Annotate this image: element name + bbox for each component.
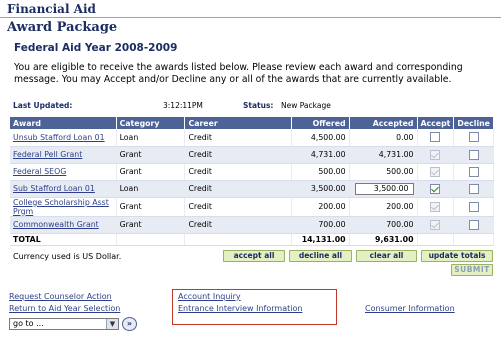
col-career: Career xyxy=(184,117,292,129)
account-inquiry-link[interactable]: Account Inquiry xyxy=(178,292,241,301)
award-category: Loan xyxy=(116,129,186,147)
award-career: Credit xyxy=(184,197,292,217)
app-title: Financial Aid xyxy=(7,2,96,16)
award-accepted: 200.00 xyxy=(386,202,414,211)
entrance-interview-link[interactable]: Entrance Interview Information xyxy=(178,304,302,313)
award-career: Credit xyxy=(184,163,292,181)
award-link[interactable]: College Scholarship Asst Prgm xyxy=(13,198,113,216)
accept-checkbox xyxy=(430,219,441,230)
award-link[interactable]: Sub Stafford Loan 01 xyxy=(13,184,95,193)
award-accepted: 0.00 xyxy=(396,132,414,142)
submit-button[interactable]: SUBMIT xyxy=(451,264,493,276)
award-link[interactable]: Commonwealth Grant xyxy=(13,220,99,229)
award-career: Credit xyxy=(184,180,292,198)
award-link[interactable]: Federal Pell Grant xyxy=(13,150,82,159)
page-title: Award Package xyxy=(7,20,118,35)
col-accept: Accept xyxy=(417,117,455,129)
award-category: Grant xyxy=(116,146,186,164)
award-link[interactable]: Unsub Stafford Loan 01 xyxy=(13,133,105,142)
award-accepted: 500.00 xyxy=(386,167,414,176)
intro-text: You are eligible to receive the awards l… xyxy=(14,62,463,85)
award-category: Grant xyxy=(116,197,186,217)
table-row: Commonwealth Grant Grant Credit 700.00 700.0… xyxy=(10,216,494,234)
accept-checkbox xyxy=(430,149,441,160)
award-accepted: 700.00 xyxy=(386,220,414,229)
col-offered: Offered xyxy=(291,117,350,129)
col-accepted: Accepted xyxy=(349,117,418,129)
award-offered: 3,500.00 xyxy=(291,180,350,198)
table-row: Unsub Stafford Loan 01 Loan Credit 4,500.00… xyxy=(10,129,494,147)
title-divider xyxy=(0,17,501,18)
award-career: Credit xyxy=(184,216,292,234)
aid-year-heading: Federal Aid Year 2008-2009 xyxy=(14,42,178,54)
award-career: Credit xyxy=(184,129,292,147)
total-accepted: 9,631.00 xyxy=(349,232,418,246)
table-header-row: Award Category Career Offered Accepted A… xyxy=(10,117,494,129)
decline-checkbox[interactable] xyxy=(468,201,479,212)
table-row: Federal SEOG Grant Credit 500.00 500.00 xyxy=(10,163,494,181)
accept-checkbox[interactable] xyxy=(430,183,441,194)
awards-table: Award Category Career Offered Accepted A… xyxy=(10,117,494,246)
decline-all-button[interactable]: decline all xyxy=(289,250,352,262)
last-updated-value: 3:12:11PM xyxy=(163,101,203,110)
accept-checkbox[interactable] xyxy=(430,132,441,143)
award-offered: 700.00 xyxy=(291,216,350,234)
award-career: Credit xyxy=(184,146,292,164)
table-row: College Scholarship Asst Prgm Grant Credit… xyxy=(10,197,494,217)
last-updated-label: Last Updated: xyxy=(13,101,73,110)
goto-button[interactable]: » xyxy=(122,317,137,331)
accept-checkbox xyxy=(430,166,441,177)
table-row: Federal Pell Grant Grant Credit 4,731.00 4,7… xyxy=(10,146,494,164)
chevron-down-icon: ▼ xyxy=(106,319,118,329)
clear-all-button[interactable]: clear all xyxy=(356,250,417,262)
col-category: Category xyxy=(116,117,186,129)
goto-selected-value: go to ... xyxy=(13,319,44,328)
update-totals-button[interactable]: update totals xyxy=(421,250,493,262)
table-row: Sub Stafford Loan 01 Loan Credit 3,500.00 3,… xyxy=(10,180,494,198)
accept-all-button[interactable]: accept all xyxy=(223,250,285,262)
total-offered: 14,131.00 xyxy=(291,232,350,246)
decline-checkbox[interactable] xyxy=(468,166,479,177)
decline-checkbox[interactable] xyxy=(468,132,479,143)
award-offered: 4,731.00 xyxy=(291,146,350,164)
status-value: New Package xyxy=(281,101,331,110)
col-decline: Decline xyxy=(453,117,494,129)
award-link[interactable]: Federal SEOG xyxy=(13,167,66,176)
award-offered: 200.00 xyxy=(291,197,350,217)
decline-checkbox[interactable] xyxy=(468,183,479,194)
award-accepted: 4,731.00 xyxy=(378,150,414,159)
currency-note: Currency used is US Dollar. xyxy=(13,252,122,261)
consumer-info-link[interactable]: Consumer Information xyxy=(365,304,455,313)
accept-checkbox xyxy=(430,201,441,212)
award-offered: 4,500.00 xyxy=(291,129,350,147)
total-row: TOTAL 14,131.00 9,631.00 xyxy=(10,232,494,246)
col-award: Award xyxy=(10,117,117,129)
award-category: Grant xyxy=(116,163,186,181)
status-label: Status: xyxy=(243,101,274,110)
total-label: TOTAL xyxy=(10,232,117,246)
goto-select[interactable]: go to ... ▼ xyxy=(9,318,119,330)
accepted-amount-input[interactable]: 3,500.00 xyxy=(354,182,414,195)
award-category: Grant xyxy=(116,216,186,234)
award-offered: 500.00 xyxy=(291,163,350,181)
return-aid-year-link[interactable]: Return to Aid Year Selection xyxy=(9,304,120,313)
decline-checkbox[interactable] xyxy=(468,149,479,160)
decline-checkbox[interactable] xyxy=(468,219,479,230)
award-category: Loan xyxy=(116,180,186,198)
request-counselor-link[interactable]: Request Counselor Action xyxy=(9,292,112,301)
